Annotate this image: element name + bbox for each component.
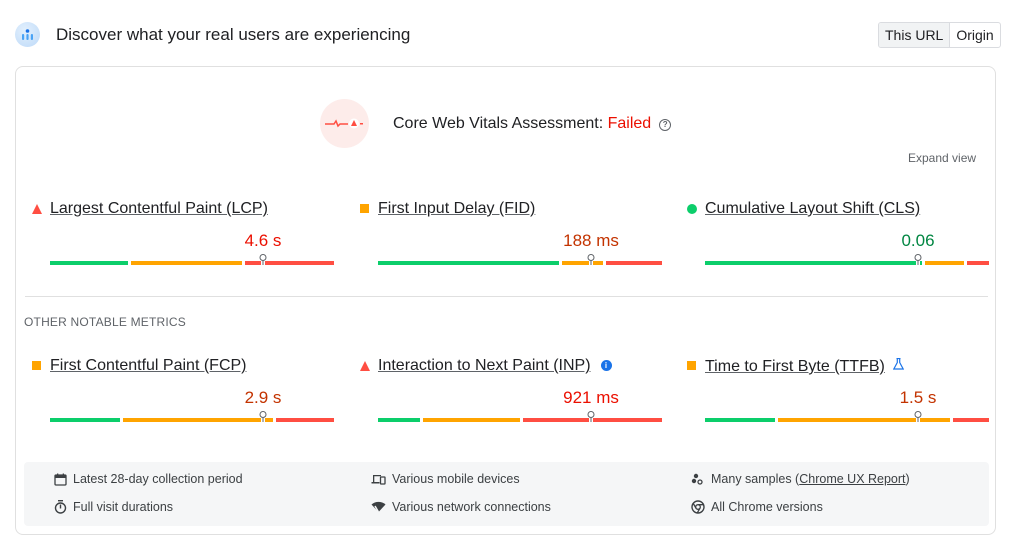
- bar-segment-good: [705, 261, 922, 265]
- p75-marker: [259, 411, 267, 422]
- needs-improvement-square-icon: [32, 361, 41, 370]
- bar-segment-poor: [275, 418, 334, 422]
- metric-fid: First Input Delay (FID) 188 ms: [360, 200, 668, 280]
- p75-marker: [914, 254, 922, 265]
- metric-value: 4.6 s: [244, 231, 282, 250]
- metric-value: 188 ms: [563, 231, 619, 250]
- metric-title: Cumulative Layout Shift (CLS): [687, 200, 920, 218]
- network-item: Various network connections: [371, 500, 551, 514]
- p75-marker: [587, 254, 595, 265]
- metric-name-link[interactable]: Time to First Byte (TTFB): [705, 358, 885, 375]
- bar-segment-poor: [245, 261, 334, 265]
- stopwatch-icon: [54, 500, 67, 514]
- expand-view-button[interactable]: Expand view: [908, 151, 976, 165]
- distribution-bar: [705, 254, 989, 265]
- chrome-icon: [691, 500, 705, 514]
- collection-period-item: Latest 28-day collection period: [54, 472, 243, 486]
- metric-name-link[interactable]: Cumulative Layout Shift (CLS): [705, 200, 920, 217]
- p75-marker: [587, 411, 595, 422]
- failed-pulse-icon: [320, 99, 369, 148]
- metric-ttfb: Time to First Byte (TTFB) 1.5 s: [687, 357, 995, 437]
- metric-lcp: Largest Contentful Paint (LCP) 4.6 s: [32, 200, 340, 280]
- p75-marker: [914, 411, 922, 422]
- metric-fcp: First Contentful Paint (FCP) 2.9 s: [32, 357, 340, 437]
- distribution-bar: [705, 411, 989, 422]
- network-icon: [371, 501, 386, 513]
- metric-title: Interaction to Next Paint (INP) i: [360, 357, 612, 375]
- bar-segment-poor: [606, 261, 662, 265]
- info-icon[interactable]: i: [600, 360, 612, 371]
- help-icon[interactable]: ?: [659, 119, 672, 131]
- distribution-bar: [50, 411, 334, 422]
- metric-name-link[interactable]: Largest Contentful Paint (LCP): [50, 200, 268, 217]
- cwv-assessment: Core Web Vitals Assessment: Failed?: [393, 115, 672, 133]
- devices-icon: [371, 474, 386, 485]
- metric-title: Largest Contentful Paint (LCP): [32, 200, 268, 218]
- section-divider: [25, 296, 988, 297]
- devices-item: Various mobile devices: [371, 472, 520, 486]
- metric-title: Time to First Byte (TTFB): [687, 357, 905, 376]
- visit-durations-item: Full visit durations: [54, 500, 173, 514]
- assessment-label: Core Web Vitals Assessment:: [393, 115, 608, 132]
- samples-item: Many samples (Chrome UX Report): [691, 472, 910, 486]
- needs-improvement-square-icon: [360, 204, 369, 213]
- bar-segment-poor: [952, 418, 989, 422]
- metric-name-link[interactable]: First Input Delay (FID): [378, 200, 535, 217]
- bar-segment-poor: [966, 261, 989, 265]
- bar-segment-needs-improvement: [122, 418, 273, 422]
- metric-name-link[interactable]: Interaction to Next Paint (INP): [378, 357, 591, 374]
- good-circle-icon: [687, 204, 697, 214]
- page-title: Discover what your real users are experi…: [56, 25, 411, 44]
- metric-title: First Contentful Paint (FCP): [32, 357, 247, 375]
- calendar-icon: [54, 473, 67, 486]
- bar-segment-good: [50, 261, 128, 265]
- distribution-bar: [50, 254, 334, 265]
- distribution-bar: [378, 411, 662, 422]
- bar-segment-good: [378, 261, 559, 265]
- metric-inp: Interaction to Next Paint (INP) i 921 ms: [360, 357, 668, 437]
- bar-segment-good: [705, 418, 775, 422]
- bar-segment-needs-improvement: [130, 261, 243, 265]
- needs-improvement-square-icon: [687, 361, 696, 370]
- metric-value: 0.06: [901, 231, 935, 250]
- flask-icon[interactable]: [892, 357, 905, 375]
- metric-cls: Cumulative Layout Shift (CLS) 0.06: [687, 200, 995, 280]
- bar-segment-good: [50, 418, 120, 422]
- poor-triangle-icon: [32, 204, 42, 214]
- crux-users-icon: [15, 22, 40, 47]
- url-origin-toggle[interactable]: This URL Origin: [878, 22, 1001, 48]
- tab-origin[interactable]: Origin: [950, 23, 999, 47]
- metric-value: 1.5 s: [899, 388, 937, 407]
- distribution-bar: [378, 254, 662, 265]
- p75-marker: [259, 254, 267, 265]
- bar-segment-needs-improvement: [422, 418, 520, 422]
- chrome-ux-report-link[interactable]: Chrome UX Report: [799, 472, 905, 486]
- other-metrics-heading: OTHER NOTABLE METRICS: [24, 315, 186, 329]
- samples-icon: [691, 473, 703, 485]
- poor-triangle-icon: [360, 361, 370, 371]
- data-source-info: Latest 28-day collection period Various …: [24, 462, 989, 526]
- metric-name-link[interactable]: First Contentful Paint (FCP): [50, 357, 247, 374]
- assessment-status: Failed: [607, 115, 652, 132]
- chrome-versions-item: All Chrome versions: [691, 500, 823, 514]
- bar-segment-needs-improvement: [777, 418, 950, 422]
- metric-value: 921 ms: [563, 388, 619, 407]
- tab-this-url[interactable]: This URL: [879, 23, 951, 47]
- metric-title: First Input Delay (FID): [360, 200, 535, 218]
- bar-segment-needs-improvement: [924, 261, 964, 265]
- metric-value: 2.9 s: [244, 388, 282, 407]
- bar-segment-needs-improvement: [561, 261, 604, 265]
- bar-segment-good: [378, 418, 420, 422]
